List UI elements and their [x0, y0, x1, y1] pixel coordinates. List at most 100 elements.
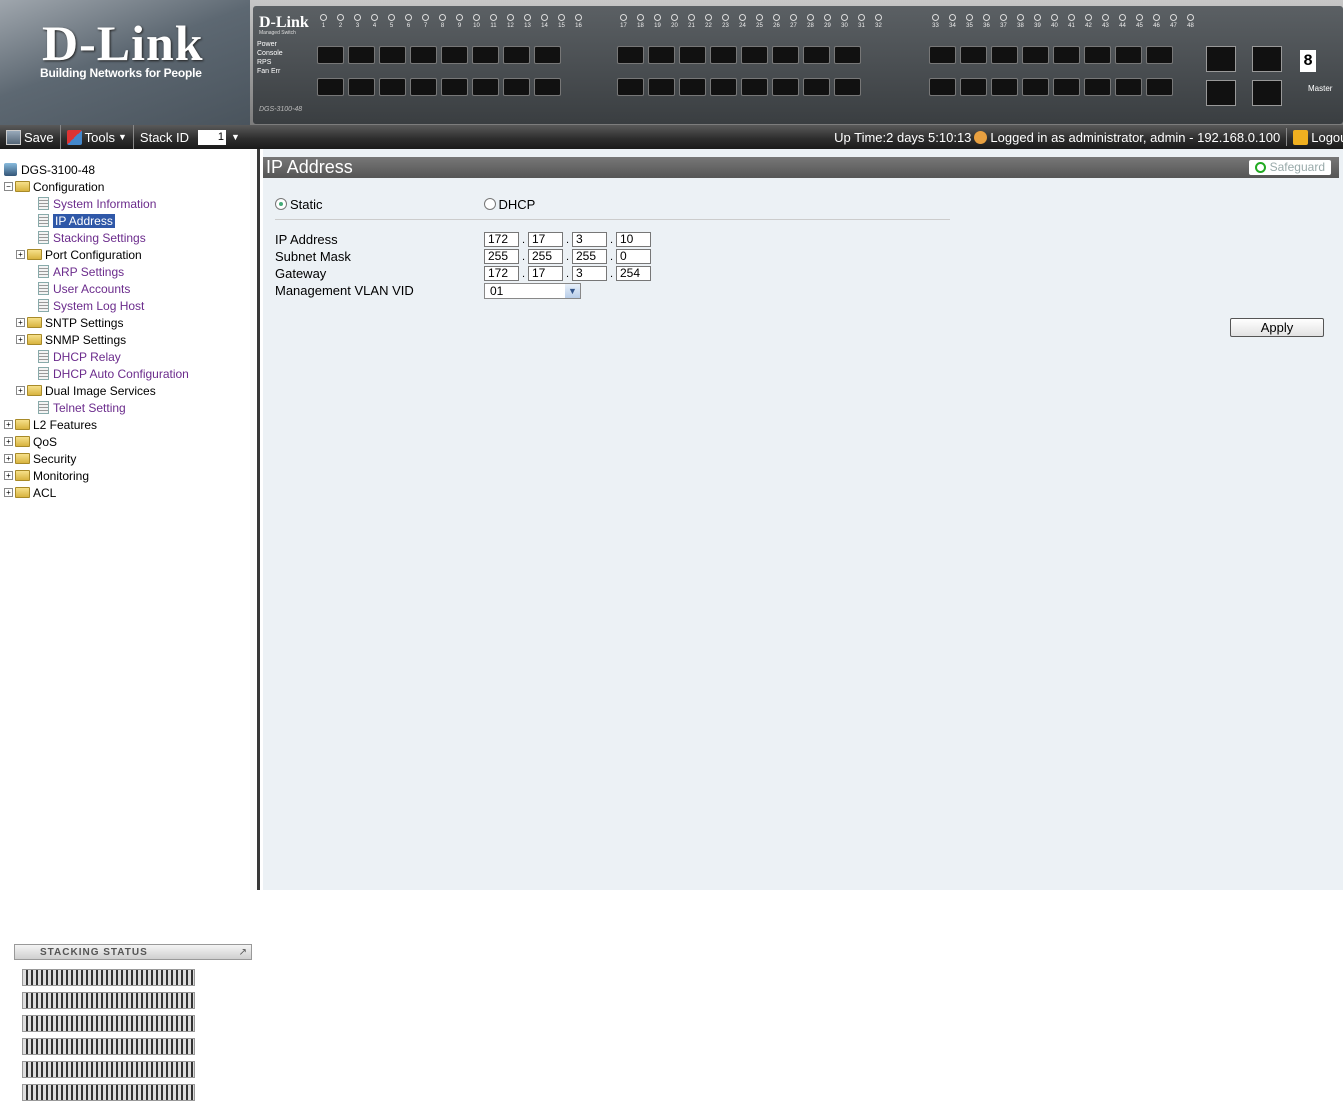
ports-row-bottom-2 — [617, 78, 861, 96]
gateway-octet-3[interactable]: 3 — [572, 266, 607, 281]
tree-configuration[interactable]: − Configuration — [4, 178, 257, 195]
port-number: 16 — [575, 23, 582, 29]
port-led-icon — [932, 14, 939, 21]
expand-icon[interactable]: + — [4, 488, 13, 497]
mask-octet-4[interactable]: 0 — [616, 249, 651, 264]
folder-icon — [27, 317, 42, 328]
stack-unit[interactable] — [22, 969, 195, 986]
tree-item-system-information[interactable]: System Information — [4, 195, 257, 212]
radio-selected-icon[interactable] — [275, 198, 287, 210]
stack-unit[interactable] — [22, 992, 195, 1009]
tree-item-port-configuration[interactable]: + Port Configuration — [4, 246, 257, 263]
port-number-label: 39 — [1031, 14, 1044, 30]
tree-item-l2-features[interactable]: + L2 Features — [4, 416, 257, 433]
port-number: 29 — [824, 23, 831, 29]
tree-item-ip-address[interactable]: IP Address — [4, 212, 257, 229]
ethernet-port — [1053, 46, 1080, 64]
port-number: 43 — [1102, 23, 1109, 29]
user-icon — [974, 130, 988, 144]
gateway-octet-1[interactable]: 172 — [484, 266, 519, 281]
document-icon — [38, 214, 49, 227]
expand-icon[interactable]: + — [16, 250, 25, 259]
logout-link[interactable]: Logout — [1311, 130, 1343, 145]
port-number-label: 6 — [402, 14, 415, 30]
stack-unit[interactable] — [22, 1038, 195, 1055]
dhcp-radio[interactable]: DHCP — [483, 197, 535, 212]
expand-icon[interactable]: + — [16, 335, 25, 344]
ip-octet-1[interactable]: 172 — [484, 232, 519, 247]
port-number-label: 23 — [719, 14, 732, 30]
ethernet-port — [472, 78, 499, 96]
gateway-octet-2[interactable]: 17 — [528, 266, 563, 281]
save-button[interactable]: Save — [0, 125, 61, 149]
ethernet-port — [503, 78, 530, 96]
port-number: 34 — [949, 23, 956, 29]
port-number: 2 — [338, 23, 343, 29]
expand-icon[interactable]: ↗ — [239, 947, 247, 958]
tree-item-system-log-host[interactable]: System Log Host — [4, 297, 257, 314]
expand-icon[interactable]: + — [4, 437, 13, 446]
port-number-label: 25 — [753, 14, 766, 30]
mask-octet-1[interactable]: 255 — [484, 249, 519, 264]
tree-item-dual-image-services[interactable]: + Dual Image Services — [4, 382, 257, 399]
tree-item-monitoring[interactable]: + Monitoring — [4, 467, 257, 484]
port-led-icon — [739, 14, 746, 21]
static-radio[interactable]: Static — [275, 197, 323, 212]
ip-octet-3[interactable]: 3 — [572, 232, 607, 247]
apply-button[interactable]: Apply — [1230, 318, 1324, 337]
expand-icon[interactable]: + — [16, 318, 25, 327]
stack-id-dropdown-icon[interactable]: ▼ — [231, 132, 240, 142]
collapse-icon[interactable]: − — [4, 182, 13, 191]
ip-octet-2[interactable]: 17 — [528, 232, 563, 247]
tree-item-acl[interactable]: + ACL — [4, 484, 257, 501]
tree-item-security[interactable]: + Security — [4, 450, 257, 467]
tree-item-dhcp-auto-configuration[interactable]: DHCP Auto Configuration — [4, 365, 257, 382]
radio-unselected-icon[interactable] — [483, 198, 496, 210]
port-number-label: 35 — [963, 14, 976, 30]
tree-item-telnet-setting[interactable]: Telnet Setting — [4, 399, 257, 416]
document-icon — [38, 282, 49, 295]
expand-icon[interactable]: + — [4, 454, 13, 463]
ethernet-port — [1146, 46, 1173, 64]
tree-item-qos[interactable]: + QoS — [4, 433, 257, 450]
ethernet-port — [1022, 78, 1049, 96]
tree-item-arp-settings[interactable]: ARP Settings — [4, 263, 257, 280]
tree-item-dhcp-relay[interactable]: DHCP Relay — [4, 348, 257, 365]
port-number: 18 — [637, 23, 644, 29]
tree-item-snmp-settings[interactable]: + SNMP Settings — [4, 331, 257, 348]
stack-id-select[interactable]: 1 — [198, 129, 227, 145]
tools-menu-button[interactable]: Tools ▼ — [61, 125, 134, 149]
stack-unit[interactable] — [22, 1084, 195, 1101]
mask-octet-2[interactable]: 255 — [528, 249, 563, 264]
ip-octet-4[interactable]: 10 — [616, 232, 651, 247]
tree-item-label: Stacking Settings — [53, 230, 146, 245]
port-number-label: 3 — [351, 14, 364, 30]
page-title-bar: IP Address Safeguard — [263, 157, 1339, 178]
expand-icon[interactable]: + — [16, 386, 25, 395]
port-led-icon — [1119, 14, 1126, 21]
port-number: 41 — [1068, 23, 1075, 29]
expand-icon[interactable]: + — [4, 420, 13, 429]
tree-root[interactable]: DGS-3100-48 — [4, 161, 257, 178]
ethernet-port — [441, 46, 468, 64]
stack-unit[interactable] — [22, 1015, 195, 1032]
port-number-label: 14 — [538, 14, 551, 30]
port-number: 44 — [1119, 23, 1126, 29]
document-icon — [38, 299, 49, 312]
stack-unit[interactable] — [22, 1061, 195, 1078]
chevron-down-icon[interactable]: ▼ — [565, 283, 580, 298]
tree-item-sntp-settings[interactable]: + SNTP Settings — [4, 314, 257, 331]
port-led-icon — [558, 14, 565, 21]
vlan-select[interactable]: 01 ▼ — [484, 282, 581, 299]
logout-icon[interactable] — [1293, 129, 1309, 145]
mask-octet-3[interactable]: 255 — [572, 249, 607, 264]
expand-icon[interactable]: + — [4, 471, 13, 480]
port-number: 45 — [1136, 23, 1143, 29]
gateway-octet-4[interactable]: 254 — [616, 266, 651, 281]
port-number: 9 — [457, 23, 462, 29]
port-led-icon — [858, 14, 865, 21]
vlan-value: 01 — [490, 283, 504, 298]
tree-item-user-accounts[interactable]: User Accounts — [4, 280, 257, 297]
tree-item-stacking-settings[interactable]: Stacking Settings — [4, 229, 257, 246]
tree-item-label: SNTP Settings — [45, 315, 124, 330]
